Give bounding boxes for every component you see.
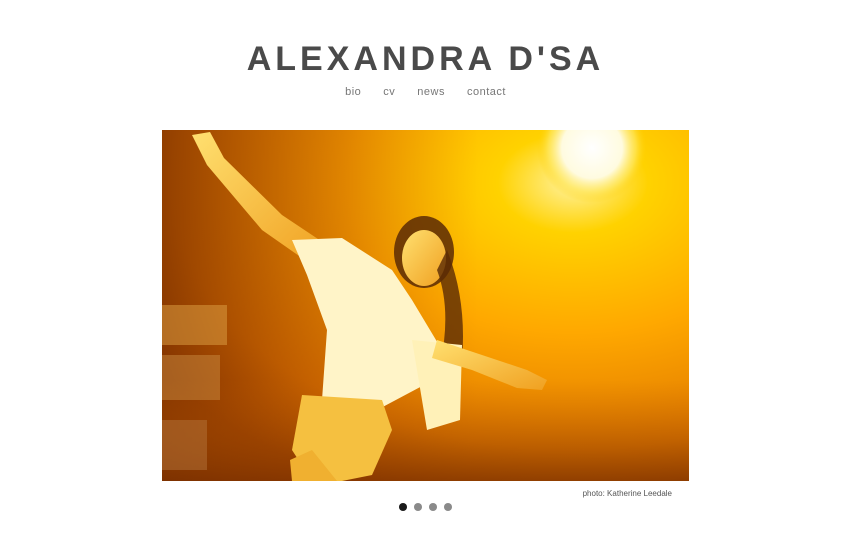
photo-credit: photo: Katherine Leedale	[582, 489, 672, 498]
dancer-stage-photo	[162, 130, 689, 481]
main-nav: bio cv news contact	[0, 85, 851, 99]
nav-item-contact[interactable]: contact	[467, 85, 506, 99]
slideshow-image[interactable]	[162, 130, 689, 481]
slide-dot-1[interactable]	[399, 503, 407, 511]
slide-dot-4[interactable]	[444, 503, 452, 511]
nav-item-bio[interactable]: bio	[345, 85, 361, 99]
nav-item-cv[interactable]: cv	[383, 85, 395, 99]
slideshow-pagination	[0, 503, 851, 511]
nav-item-news[interactable]: news	[417, 85, 445, 99]
site-title[interactable]: ALEXANDRA D'SA	[0, 40, 851, 78]
slide-dot-2[interactable]	[414, 503, 422, 511]
slide-dot-3[interactable]	[429, 503, 437, 511]
